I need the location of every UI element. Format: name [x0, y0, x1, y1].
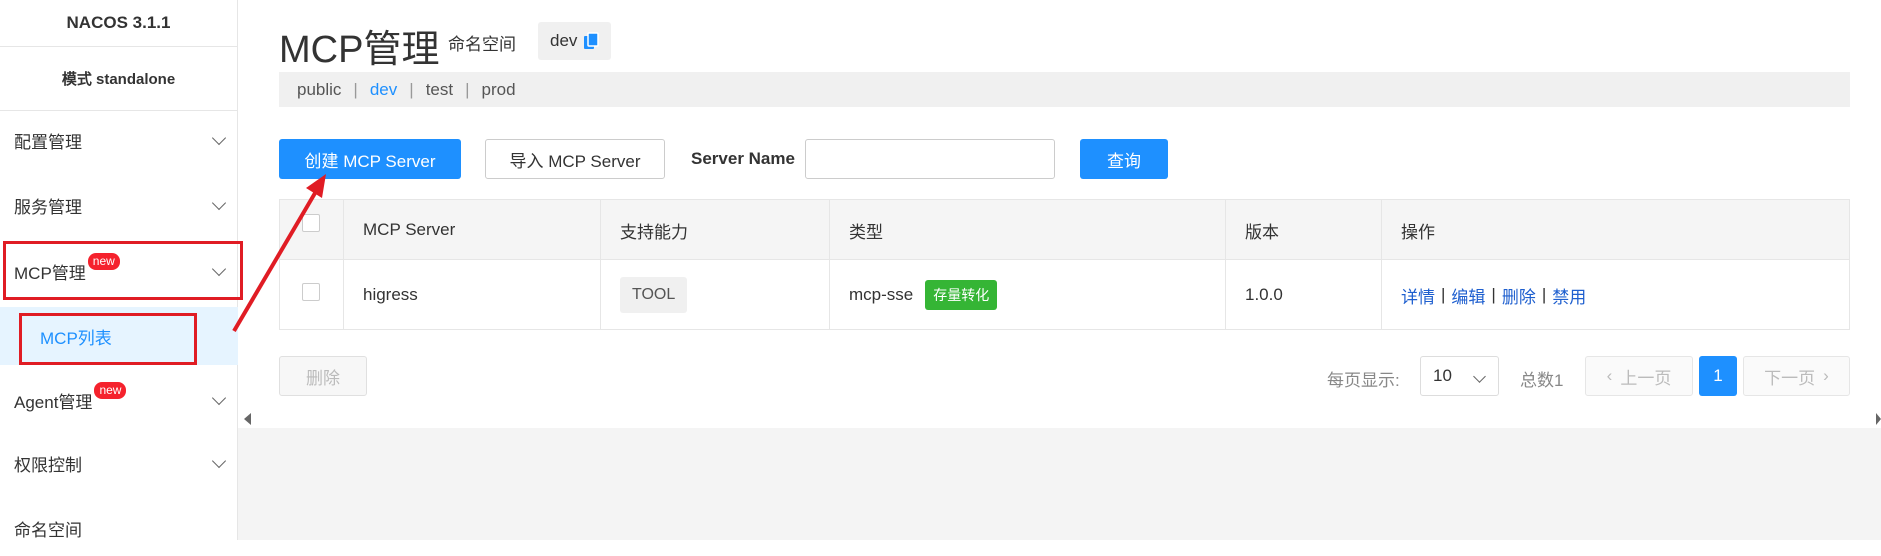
annotation-arrow-icon [232, 174, 326, 333]
